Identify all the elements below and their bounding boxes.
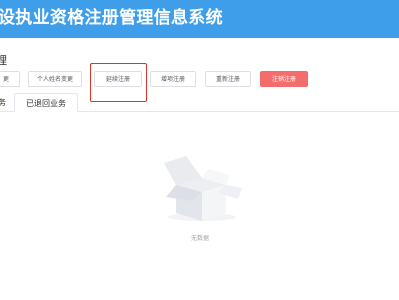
cancel-registration-button[interactable]: 注销注册 bbox=[260, 71, 308, 87]
empty-box-icon bbox=[160, 145, 242, 223]
re-registration-button[interactable]: 重新注册 bbox=[205, 71, 251, 87]
name-change-button[interactable]: 个人姓名变更 bbox=[28, 71, 82, 87]
section-title: 理 bbox=[0, 54, 7, 67]
app-header: 设执业资格注册管理信息系统 bbox=[0, 0, 399, 38]
app-title: 设执业资格注册管理信息系统 bbox=[0, 8, 223, 28]
change-button[interactable]: 更 bbox=[0, 71, 20, 87]
empty-text: 无数据 bbox=[190, 235, 209, 242]
tab-returned-business[interactable]: 已退回业务 bbox=[14, 93, 78, 112]
additional-registration-button[interactable]: 增项注册 bbox=[150, 71, 196, 87]
tab-business[interactable]: 务 bbox=[0, 93, 6, 112]
highlight-box bbox=[90, 63, 147, 102]
